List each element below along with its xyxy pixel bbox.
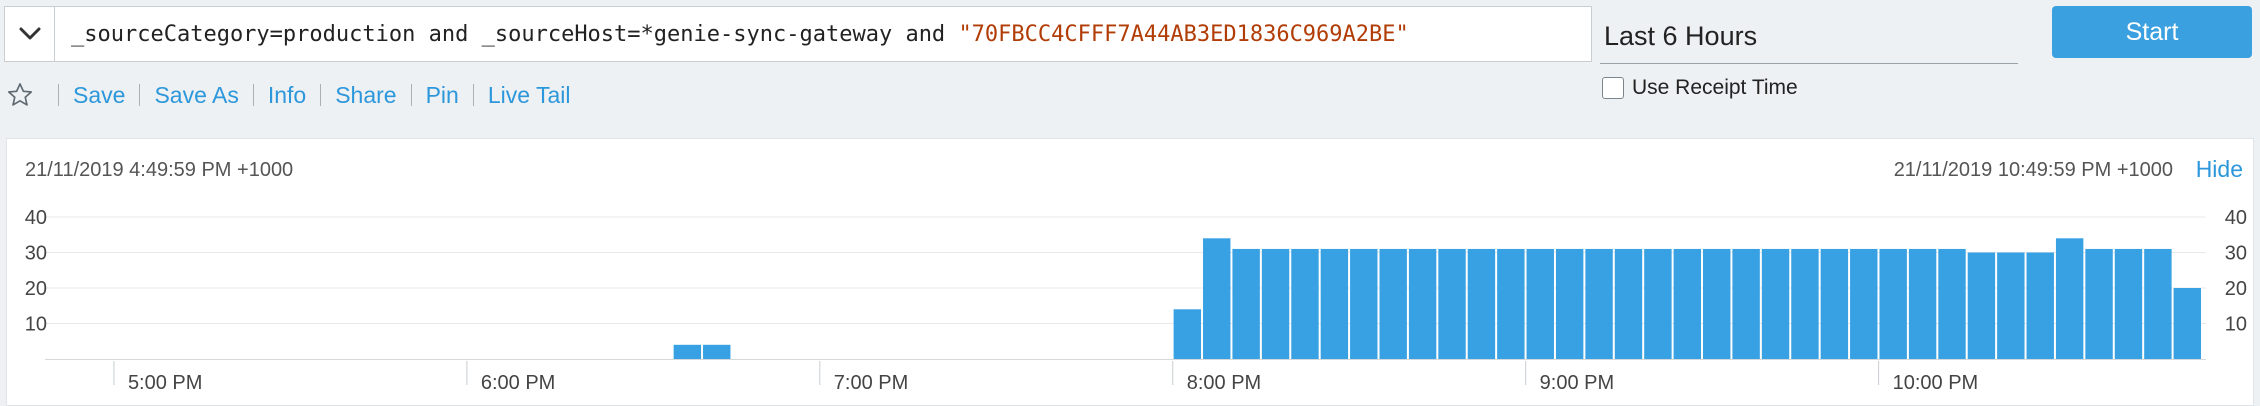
x-tick-label: 10:00 PM [1893, 372, 1979, 394]
query-expand-toggle[interactable] [5, 7, 55, 61]
live-tail-link[interactable]: Live Tail [488, 82, 571, 109]
histogram-bar [1673, 248, 1702, 359]
histogram-bar [703, 344, 731, 359]
y-tick-label-right: 10 [2225, 314, 2247, 336]
save-as-link[interactable]: Save As [154, 82, 238, 109]
divider [58, 84, 59, 106]
x-tick-label: 9:00 PM [1540, 372, 1614, 394]
save-link[interactable]: Save [73, 82, 125, 109]
histogram-bar [1879, 248, 1907, 359]
histogram-bar [1585, 248, 1613, 359]
histogram-bar [1732, 248, 1760, 359]
histogram-bar [2085, 248, 2113, 359]
time-range-value: Last 6 Hours [1604, 21, 1758, 51]
divider [472, 84, 474, 106]
histogram-bar [1320, 248, 1349, 359]
histogram-bar [1438, 248, 1466, 359]
x-tick-label: 6:00 PM [481, 372, 555, 394]
y-tick-label-left: 20 [25, 278, 47, 300]
histogram-bar [1291, 248, 1319, 359]
histogram-bar [1644, 248, 1672, 359]
query-plain-text: _sourceCategory=production and _sourceHo… [71, 21, 959, 47]
y-tick-label-left: 40 [25, 207, 47, 229]
histogram-bar [1526, 248, 1554, 359]
start-button[interactable]: Start [2052, 6, 2252, 58]
histogram-bar [1555, 248, 1584, 359]
histogram-bar [2173, 288, 2201, 359]
y-tick-label-right: 30 [2225, 243, 2247, 265]
histogram-bar [1791, 248, 1819, 359]
histogram-bar [1467, 248, 1496, 359]
star-icon[interactable] [6, 81, 34, 109]
chevron-down-icon [19, 27, 40, 40]
histogram-bar [1203, 238, 1231, 359]
histogram-bar [1173, 309, 1202, 359]
histogram-bar [1997, 252, 2025, 359]
histogram-bar [1938, 248, 1966, 359]
search-actions-bar: Save Save As Info Share Pin Live Tail [6, 78, 571, 112]
histogram-bar [2144, 248, 2172, 359]
y-tick-label-left: 10 [25, 314, 47, 336]
histogram-bar [1408, 248, 1437, 359]
histogram-bar [1232, 248, 1260, 359]
divider [320, 84, 322, 106]
use-receipt-time-label: Use Receipt Time [1632, 76, 1798, 99]
share-link[interactable]: Share [335, 82, 396, 109]
histogram-bar [2114, 248, 2143, 359]
histogram-chart[interactable]: 10 10 20 20 30 30 40 40 5:00 PM 6:00 PM 7:00 PM 8:0… [7, 139, 2255, 406]
x-tick-label: 5:00 PM [128, 372, 202, 394]
query-text[interactable]: _sourceCategory=production and _sourceHo… [55, 22, 1591, 47]
histogram-bar [2055, 238, 2084, 359]
histogram-bar [1967, 252, 1996, 359]
divider [252, 84, 254, 106]
histogram-bar [1703, 248, 1731, 359]
histogram-bar [1614, 248, 1643, 359]
y-tick-label-right: 40 [2225, 207, 2247, 229]
use-receipt-time-checkbox[interactable] [1602, 77, 1624, 99]
x-tick-label: 8:00 PM [1187, 372, 1261, 394]
query-editor[interactable]: _sourceCategory=production and _sourceHo… [4, 6, 1592, 62]
histogram-panel: 21/11/2019 4:49:59 PM +1000 21/11/2019 1… [6, 138, 2254, 406]
histogram-bar [1820, 248, 1849, 359]
histogram-bar [1908, 248, 1937, 359]
histogram-bar [1761, 248, 1790, 359]
query-string-literal: "70FBCC4CFFF7A44AB3ED1836C969A2BE" [958, 21, 1409, 47]
histogram-bar [1261, 248, 1290, 359]
histogram-bar [673, 344, 702, 359]
divider [139, 84, 141, 106]
time-range-input[interactable]: Last 6 Hours [1600, 10, 2018, 64]
histogram-bar [1379, 248, 1407, 359]
divider [410, 84, 412, 106]
histogram-bar [1350, 248, 1378, 359]
histogram-bar [2026, 252, 2054, 359]
use-receipt-time-option[interactable]: Use Receipt Time [1602, 76, 1798, 100]
info-link[interactable]: Info [268, 82, 306, 109]
histogram-bar [1850, 248, 1878, 359]
histogram-bar [1497, 248, 1525, 359]
y-tick-label-left: 30 [25, 243, 47, 265]
y-tick-label-right: 20 [2225, 278, 2247, 300]
pin-link[interactable]: Pin [426, 82, 459, 109]
x-tick-label: 7:00 PM [834, 372, 908, 394]
